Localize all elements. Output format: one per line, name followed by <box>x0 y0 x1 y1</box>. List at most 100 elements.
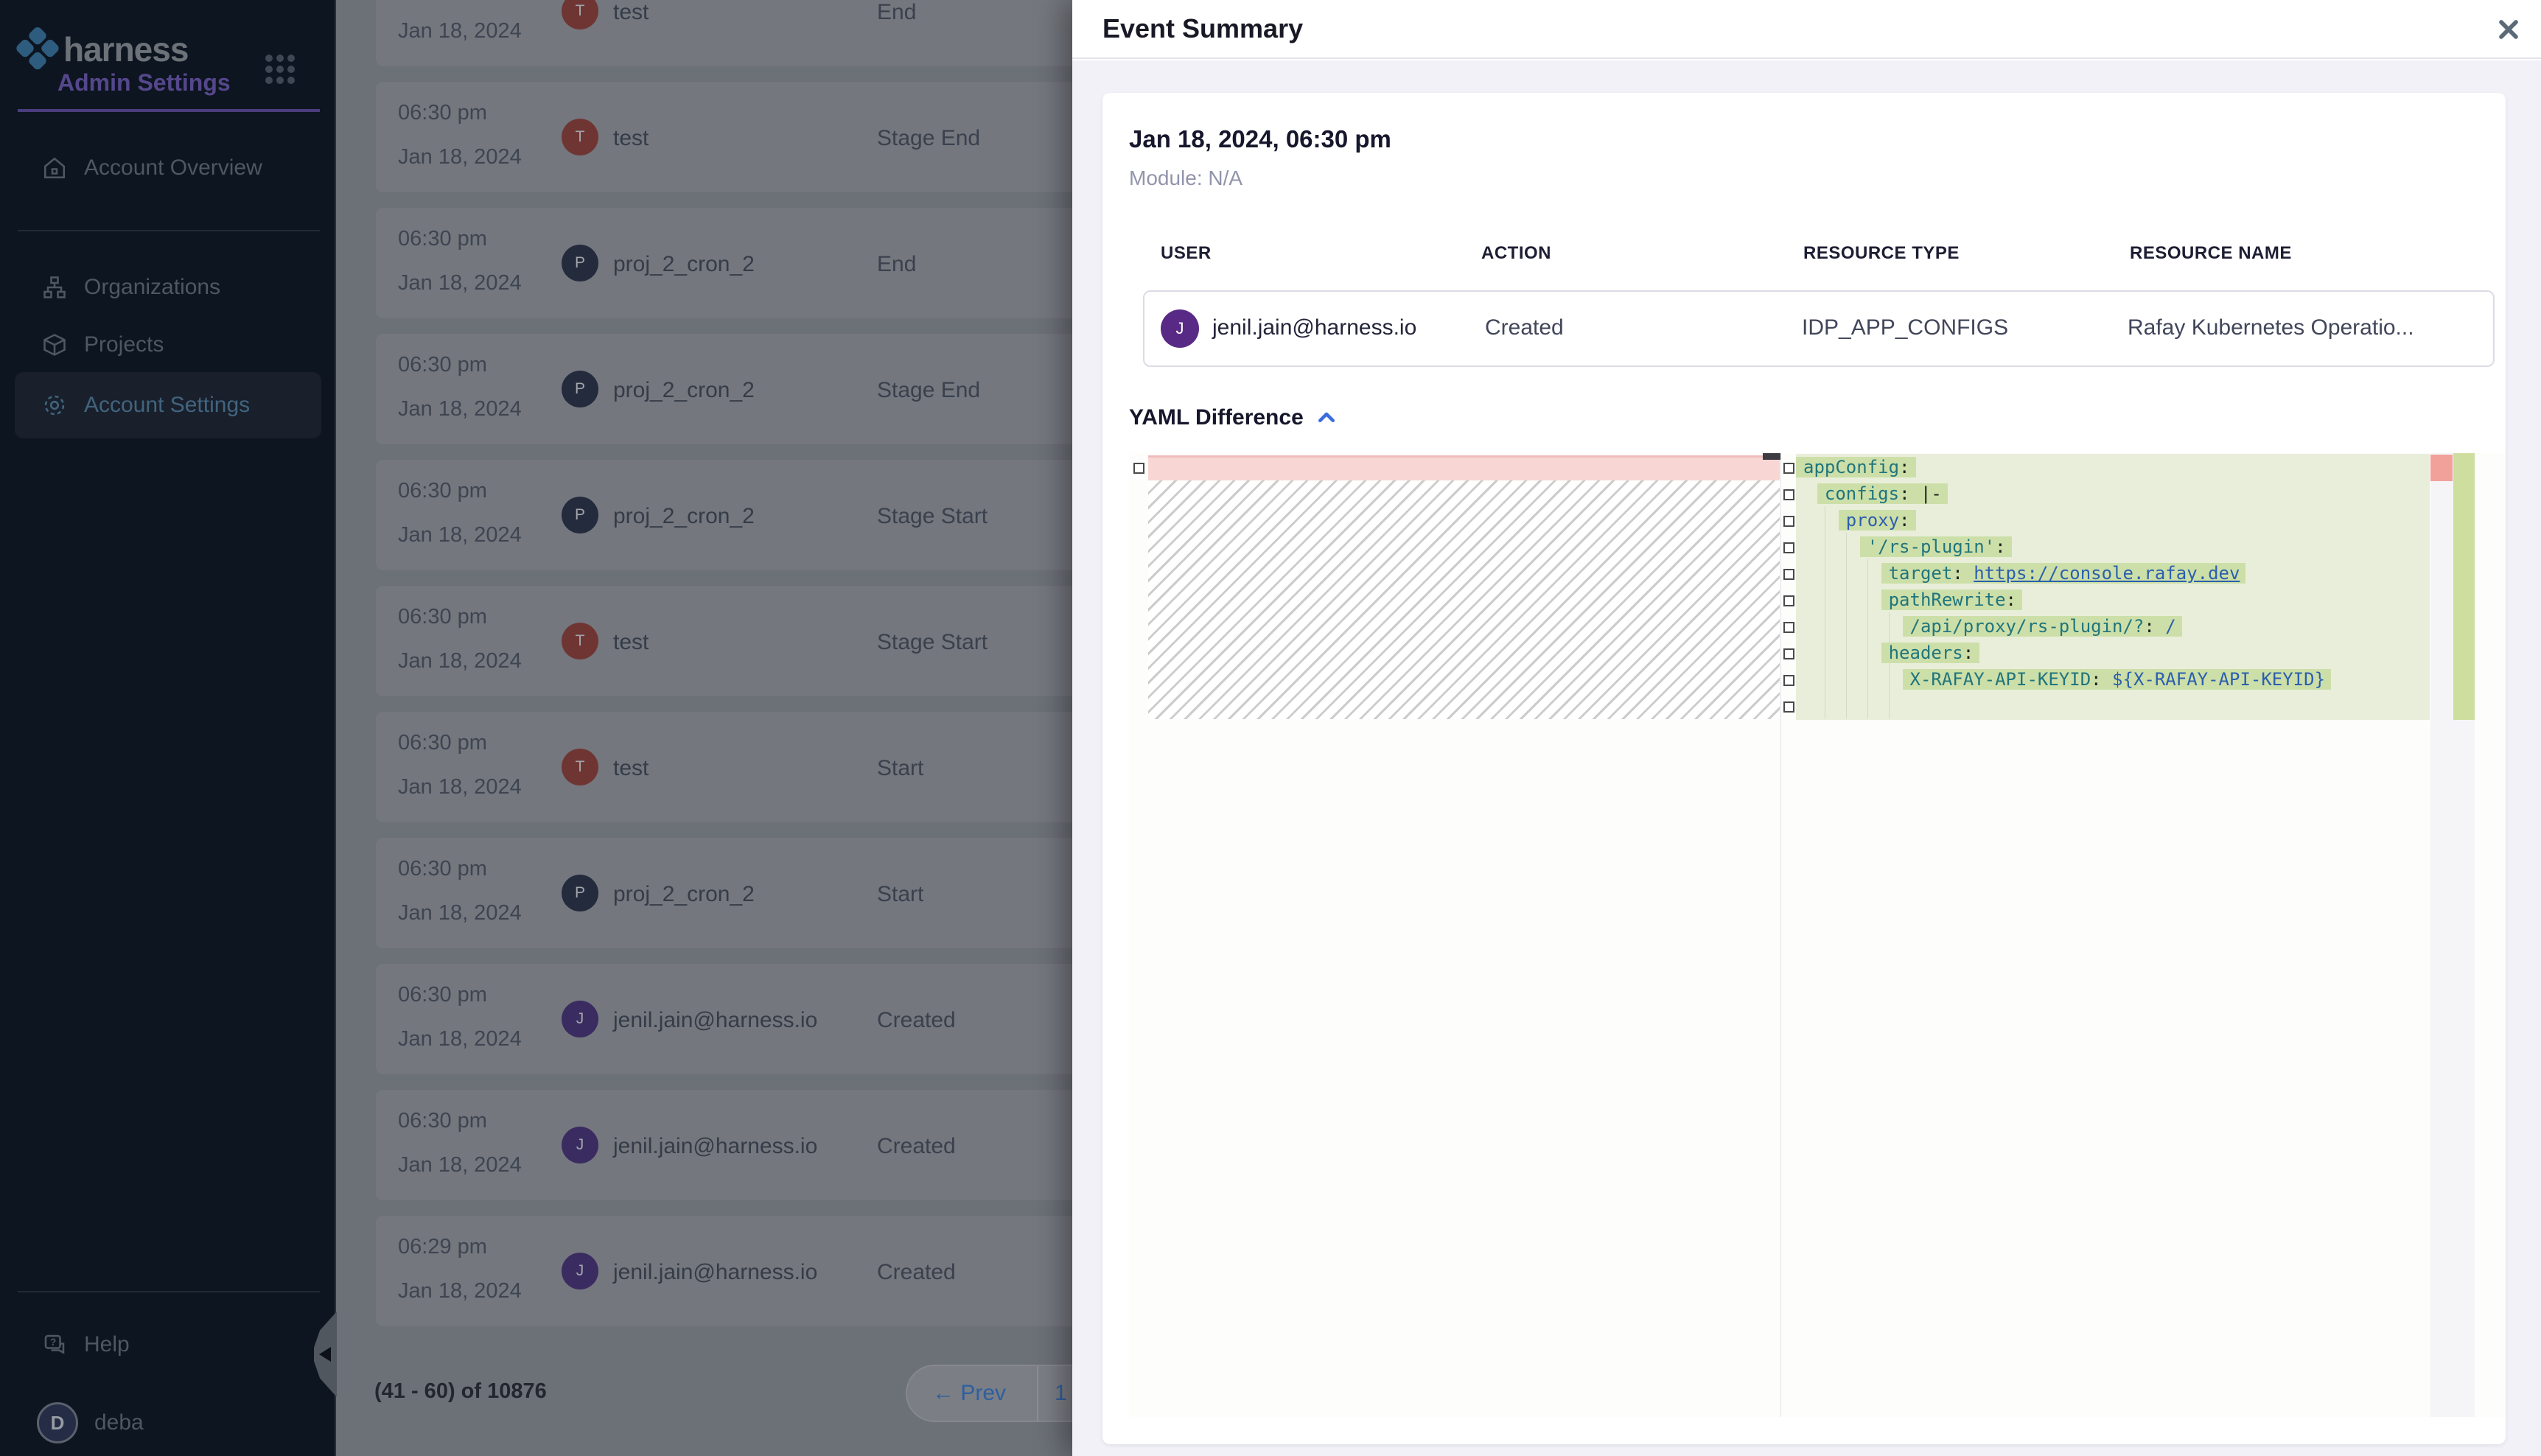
row-time: 06:30 pm <box>398 983 487 1007</box>
row-name: test <box>613 630 649 655</box>
pagination-range: (41 - 60) of 10876 <box>374 1379 547 1404</box>
event-resource-name: Rafay Kubernetes Operatio... <box>2128 315 2414 340</box>
yaml-code-line: pathRewrite: <box>1803 587 2022 613</box>
row-name: jenil.jain@harness.io <box>613 1134 817 1159</box>
row-avatar: P <box>562 497 598 533</box>
row-name: proj_2_cron_2 <box>613 882 755 907</box>
row-date: Jan 18, 2024 <box>398 397 522 421</box>
diff-line-marker[interactable] <box>1783 516 1794 527</box>
brand-name: harness <box>63 29 188 69</box>
close-icon[interactable] <box>2494 15 2523 44</box>
event-user: jenil.jain@harness.io <box>1212 315 1416 340</box>
row-avatar: J <box>562 1253 598 1289</box>
column-header-resource-type: RESOURCE TYPE <box>1803 243 1960 264</box>
minimap-removed-marker <box>2430 455 2453 481</box>
row-name: jenil.jain@harness.io <box>613 1008 817 1033</box>
module-subtitle: Admin Settings <box>57 69 231 97</box>
event-action: Created <box>1485 315 1564 340</box>
row-time: 06:30 pm <box>398 227 487 251</box>
diff-line-marker[interactable] <box>1783 648 1794 659</box>
yaml-difference-toggle[interactable]: YAML Difference <box>1129 405 1338 430</box>
row-time: 06:30 pm <box>398 731 487 755</box>
column-header-resource-name: RESOURCE NAME <box>2130 243 2292 264</box>
event-module: Module: N/A <box>1129 167 1242 190</box>
yaml-code-line: appConfig: <box>1803 454 1916 480</box>
row-action: Start <box>877 756 923 781</box>
app-screen: harness Admin Settings Account Overview … <box>0 0 2541 1456</box>
yaml-code-line: X-RAFAY-API-KEYID: ${X-RAFAY-API-KEYID} <box>1803 666 2331 693</box>
row-action: Start <box>877 882 923 907</box>
row-avatar: J <box>562 1127 598 1163</box>
user-avatar: J <box>1161 309 1199 348</box>
sidebar-item-projects[interactable]: Projects <box>15 316 321 374</box>
row-date: Jan 18, 2024 <box>398 775 522 799</box>
svg-text:?: ? <box>50 1337 56 1348</box>
row-time: 06:30 pm <box>398 605 487 629</box>
row-avatar: T <box>562 0 598 29</box>
diff-line-marker[interactable] <box>1783 569 1794 580</box>
row-time: 06:29 pm <box>398 1235 487 1259</box>
row-date: Jan 18, 2024 <box>398 649 522 673</box>
diff-left-gutter-marker[interactable] <box>1133 463 1144 474</box>
help-chat-icon: ? <box>41 1331 68 1358</box>
page-number-button[interactable]: 1 <box>1055 1381 1067 1406</box>
diff-line-marker[interactable] <box>1783 489 1794 500</box>
diff-empty-hatch-region <box>1148 480 1780 719</box>
row-avatar: P <box>562 245 598 281</box>
diff-pane-divider[interactable] <box>1780 453 1781 1417</box>
row-action: Created <box>877 1008 956 1033</box>
row-time: 06:30 pm <box>398 101 487 125</box>
row-name: test <box>613 126 649 151</box>
yaml-difference-label: YAML Difference <box>1129 405 1304 430</box>
row-time: 06:30 pm <box>398 479 487 503</box>
row-action: Created <box>877 1260 956 1285</box>
drawer-title: Event Summary <box>1102 13 1303 44</box>
yaml-diff-viewer: appConfig: configs: |- proxy: '/rs-plugi… <box>1129 453 2506 1417</box>
row-date: Jan 18, 2024 <box>398 145 522 169</box>
yaml-code-line: '/rs-plugin': <box>1803 533 2012 560</box>
row-date: Jan 18, 2024 <box>398 523 522 547</box>
drawer-header: Event Summary <box>1072 0 2541 59</box>
diff-line-marker[interactable] <box>1783 675 1794 686</box>
sidebar: harness Admin Settings Account Overview … <box>0 0 336 1456</box>
row-name: proj_2_cron_2 <box>613 378 755 403</box>
sidebar-item-account-settings[interactable]: Account Settings <box>15 372 321 438</box>
row-date: Jan 18, 2024 <box>398 1027 522 1051</box>
row-name: proj_2_cron_2 <box>613 504 755 529</box>
home-icon <box>41 155 68 181</box>
diff-removed-band <box>1148 455 1780 480</box>
user-avatar: D <box>37 1402 78 1443</box>
row-action: Stage End <box>877 378 980 403</box>
row-date: Jan 18, 2024 <box>398 19 522 43</box>
diff-line-marker[interactable] <box>1783 542 1794 553</box>
drawer-body: Jan 18, 2024, 06:30 pm Module: N/A USER … <box>1072 60 2541 1456</box>
event-summary-drawer: Event Summary Jan 18, 2024, 06:30 pm Mod… <box>1072 0 2541 1456</box>
yaml-code-line: headers: <box>1803 640 1979 666</box>
row-name: jenil.jain@harness.io <box>613 1260 817 1285</box>
row-date: Jan 18, 2024 <box>398 1279 522 1303</box>
row-action: Stage Start <box>877 630 988 655</box>
sidebar-item-organizations[interactable]: Organizations <box>15 259 321 316</box>
event-resource-type: IDP_APP_CONFIGS <box>1802 315 2008 340</box>
row-time: 06:30 pm <box>398 1109 487 1133</box>
row-action: End <box>877 252 916 277</box>
row-name: test <box>613 0 649 25</box>
gear-icon <box>41 392 68 419</box>
diff-line-marker[interactable] <box>1783 595 1794 606</box>
sidebar-divider-bottom <box>18 1291 320 1292</box>
sidebar-user[interactable]: D deba <box>15 1394 321 1452</box>
row-date: Jan 18, 2024 <box>398 901 522 925</box>
row-avatar: P <box>562 875 598 911</box>
diff-line-marker[interactable] <box>1783 701 1794 713</box>
harness-logo[interactable]: harness <box>21 29 188 69</box>
sidebar-divider <box>18 230 320 231</box>
diff-line-marker[interactable] <box>1783 622 1794 633</box>
sidebar-item-account-overview[interactable]: Account Overview <box>15 139 321 197</box>
prev-page-button[interactable]: ← Prev <box>932 1381 1006 1406</box>
subtitle-underline <box>18 109 320 112</box>
column-header-user: USER <box>1161 243 1212 264</box>
sidebar-item-help[interactable]: ? Help <box>15 1316 321 1373</box>
row-name: proj_2_cron_2 <box>613 252 755 277</box>
diff-line-marker[interactable] <box>1783 463 1794 474</box>
app-switcher-icon[interactable] <box>265 55 296 84</box>
